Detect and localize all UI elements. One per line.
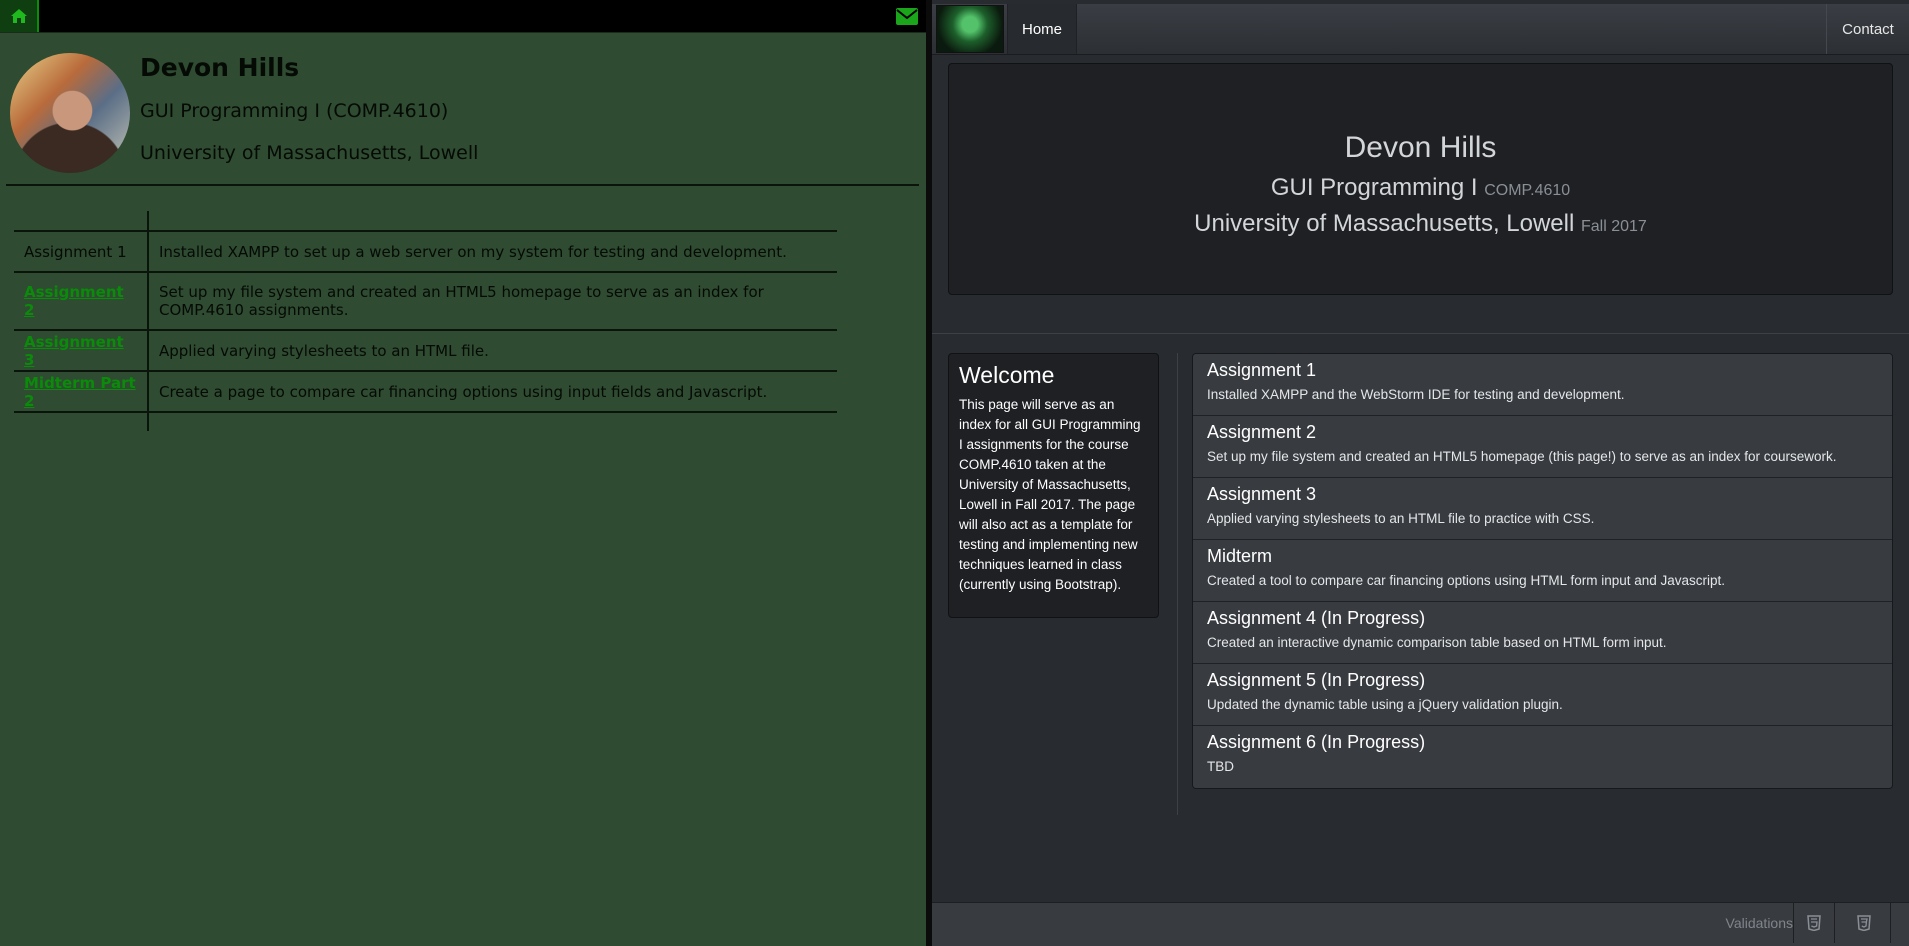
home-icon: [10, 9, 27, 23]
table-tail-row: [14, 412, 837, 431]
list-item[interactable]: Assignment 3 Applied varying stylesheets…: [1193, 478, 1892, 540]
left-top-bar: [0, 0, 926, 33]
welcome-title: Welcome: [959, 362, 1055, 388]
list-item[interactable]: Assignment 5 (In Progress) Updated the d…: [1193, 664, 1892, 726]
list-item[interactable]: Assignment 4 (In Progress) Created an in…: [1193, 602, 1892, 664]
table-row: Assignment 3 Applied varying stylesheets…: [14, 330, 837, 372]
list-item-desc: Applied varying stylesheets to an HTML f…: [1207, 511, 1595, 526]
university-name: University of Massachusetts, Lowell: [1194, 210, 1575, 237]
assignment-table: Assignment 1 Installed XAMPP to set up a…: [14, 211, 837, 431]
term: Fall 2017: [1581, 218, 1647, 235]
table-header-row: [14, 211, 837, 232]
column-divider: [1177, 353, 1178, 815]
list-item-title: Assignment 4 (In Progress): [1207, 608, 1426, 628]
list-item[interactable]: Assignment 1 Installed XAMPP and the Web…: [1193, 354, 1892, 416]
course-code: COMP.4610: [1484, 182, 1571, 199]
list-item-title: Assignment 5 (In Progress): [1207, 670, 1426, 690]
right-pane: Home Contact Devon Hills GUI Programming…: [932, 0, 1909, 946]
table-cell: Installed XAMPP to set up a web server o…: [148, 231, 837, 273]
list-item-desc: Set up my file system and created an HTM…: [1207, 449, 1837, 464]
welcome-panel: Welcome This page will serve as an index…: [948, 353, 1159, 618]
assignment-1-label: Assignment 1: [24, 242, 127, 261]
table-row: Assignment 1 Installed XAMPP to set up a…: [14, 231, 837, 273]
jumbotron: Devon Hills GUI Programming I COMP.4610 …: [948, 63, 1893, 295]
table-row: Midterm Part 2 Create a page to compare …: [14, 371, 837, 413]
jumbotron-name: Devon Hills: [1344, 131, 1497, 164]
divider: [6, 184, 919, 186]
list-item-title: Assignment 2: [1207, 422, 1317, 442]
left-pane: Devon Hills GUI Programming I (COMP.4610…: [0, 0, 926, 946]
nav-home[interactable]: Home: [1007, 4, 1077, 54]
assignment-3-link[interactable]: Assignment 3: [24, 333, 124, 369]
nav-contact[interactable]: Contact: [1826, 4, 1909, 54]
footer: Validations: [932, 902, 1909, 946]
list-item[interactable]: Assignment 2 Set up my file system and c…: [1193, 416, 1892, 478]
css3-validation-button[interactable]: [1838, 903, 1891, 943]
list-item-desc: Updated the dynamic table using a jQuery…: [1207, 697, 1563, 712]
page-title: Devon Hills: [140, 53, 300, 82]
list-item[interactable]: Assignment 6 (In Progress) TBD: [1193, 726, 1892, 788]
list-item-title: Midterm: [1207, 546, 1273, 566]
list-item-title: Assignment 3: [1207, 484, 1317, 504]
table-cell: Applied varying stylesheets to an HTML f…: [148, 330, 837, 372]
jumbotron-university: University of Massachusetts, Lowell Fall…: [949, 210, 1892, 238]
divider: [932, 333, 1909, 334]
avatar: [10, 53, 130, 173]
welcome-text: This page will serve as an index for all…: [959, 397, 1141, 592]
list-item-desc: Created an interactive dynamic compariso…: [1207, 635, 1667, 650]
validations-label: Validations: [1725, 915, 1793, 931]
midterm-part-2-link[interactable]: Midterm Part 2: [24, 374, 136, 410]
css3-icon: [1857, 915, 1871, 931]
jumbotron-course: GUI Programming I COMP.4610: [949, 174, 1892, 202]
list-item-desc: Created a tool to compare car financing …: [1207, 573, 1726, 588]
university-heading: University of Massachusetts, Lowell: [140, 142, 479, 164]
assignment-2-link[interactable]: Assignment 2: [24, 283, 124, 319]
brand-logo[interactable]: [936, 5, 1004, 53]
course-heading: GUI Programming I (COMP.4610): [140, 100, 449, 122]
home-button[interactable]: [0, 0, 39, 32]
table-cell: Create a page to compare car financing o…: [148, 371, 837, 413]
list-item-title: Assignment 6 (In Progress): [1207, 732, 1426, 752]
list-item[interactable]: Midterm Created a tool to compare car fi…: [1193, 540, 1892, 602]
list-item-title: Assignment 1: [1207, 360, 1317, 380]
table-cell: Set up my file system and created an HTM…: [148, 272, 837, 331]
navbar: Home Contact: [932, 4, 1909, 55]
html5-validation-button[interactable]: [1793, 903, 1835, 943]
envelope-icon: [896, 8, 918, 25]
course-title: GUI Programming I: [1270, 174, 1478, 201]
assignment-list: Assignment 1 Installed XAMPP and the Web…: [1192, 353, 1893, 789]
mail-button[interactable]: [896, 8, 918, 25]
list-item-desc: TBD: [1207, 759, 1234, 774]
table-row: Assignment 2 Set up my file system and c…: [14, 272, 837, 331]
list-item-desc: Installed XAMPP and the WebStorm IDE for…: [1207, 387, 1625, 402]
html5-icon: [1807, 915, 1821, 931]
